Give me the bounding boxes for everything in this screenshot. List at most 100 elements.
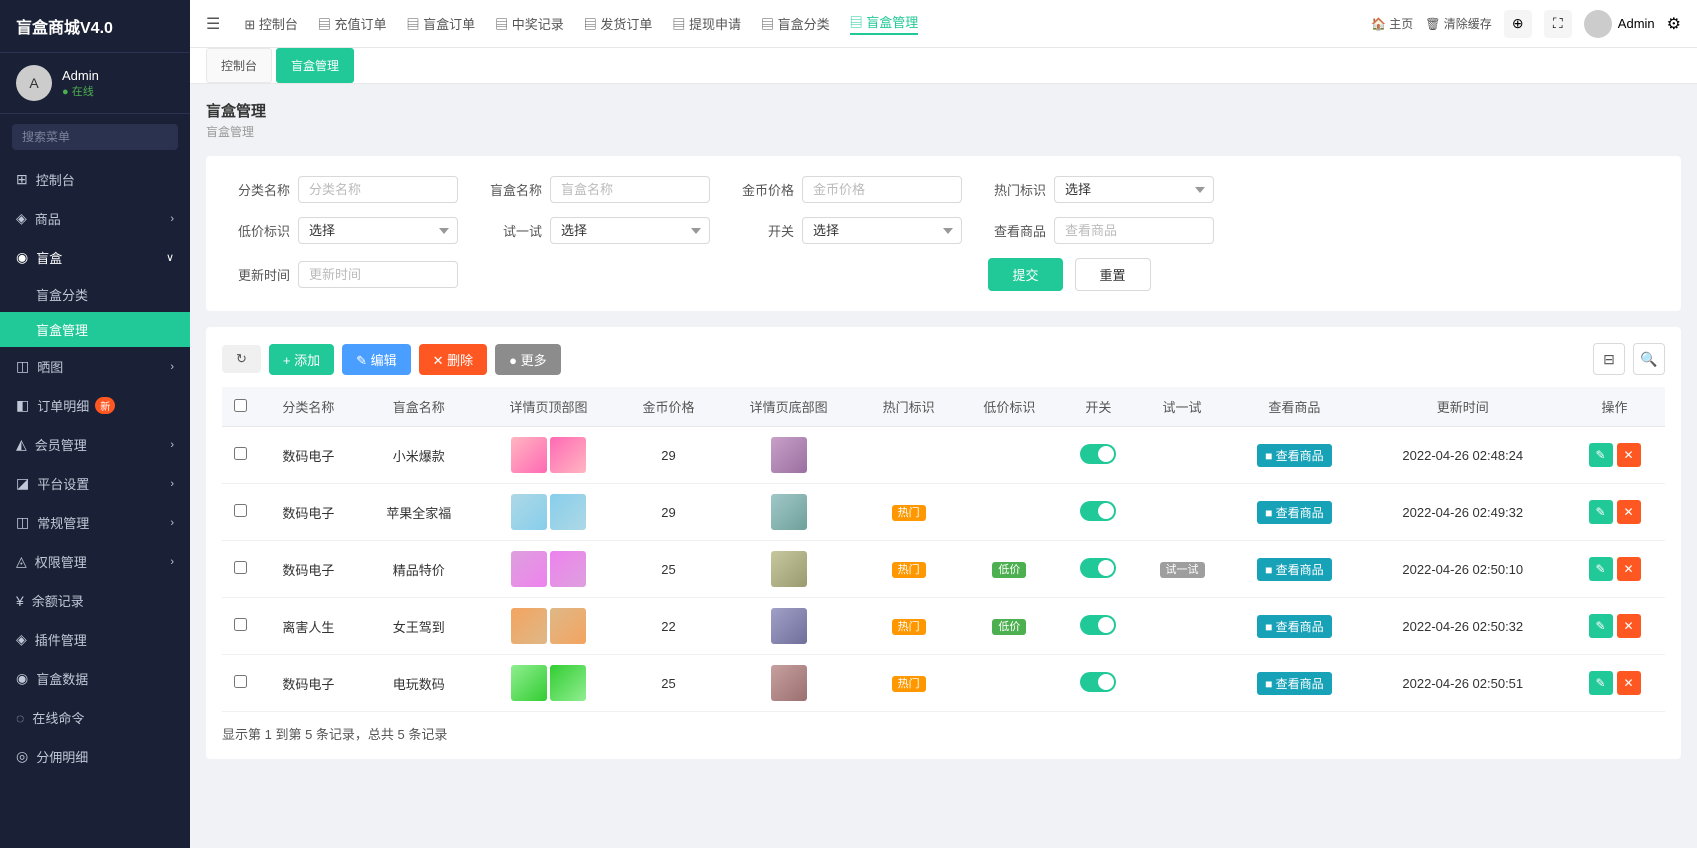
edit-row-button[interactable]: ✎: [1589, 671, 1613, 695]
switch-toggle[interactable]: [1080, 672, 1116, 692]
refresh-button[interactable]: ↻: [222, 345, 261, 373]
sidebar-item-balance[interactable]: ¥ 余额记录: [0, 581, 190, 620]
edit-button[interactable]: ✎ 编辑: [342, 344, 411, 375]
edit-row-button[interactable]: ✎: [1589, 500, 1613, 524]
sidebar-item-platform[interactable]: ◪ 平台设置 ›: [0, 464, 190, 503]
sidebar-item-general[interactable]: ◫ 常规管理 ›: [0, 503, 190, 542]
topbar-copy-icon[interactable]: ⊕: [1504, 10, 1532, 38]
edit-row-button[interactable]: ✎: [1589, 614, 1613, 638]
sidebar-item-dashboard[interactable]: ⊞ 控制台: [0, 160, 190, 199]
filter-view-goods-input[interactable]: [1054, 217, 1214, 244]
table-row: 数码电子 电玩数码 25 热门 ■ 查看商品 2022-04-26 02:50:…: [222, 655, 1665, 712]
edit-row-button[interactable]: ✎: [1589, 443, 1613, 467]
td-try: [1137, 598, 1227, 655]
view-goods-button[interactable]: ■ 查看商品: [1257, 444, 1332, 467]
menu-toggle-icon[interactable]: ☰: [206, 14, 220, 34]
filter-switch-select[interactable]: 选择 开 关: [802, 217, 962, 244]
topbar-nav-recharge[interactable]: ▤ 充值订单: [318, 14, 387, 33]
sidebar-item-goods[interactable]: ◈ 商品 ›: [0, 199, 190, 238]
topbar-nav-dashboard[interactable]: ⊞ 控制台: [244, 14, 298, 33]
filter-try-select[interactable]: 选择 是 否: [550, 217, 710, 244]
sidebar-item-box-category[interactable]: 盲盒分类: [0, 277, 190, 312]
sidebar-item-showcase[interactable]: ◫ 晒图 ›: [0, 347, 190, 386]
delete-button[interactable]: ✕ 删除: [419, 344, 488, 375]
switch-toggle[interactable]: [1080, 444, 1116, 464]
chevron-right-icon: ›: [170, 213, 174, 225]
topbar-nav-box-order[interactable]: ▤ 盲盒订单: [406, 14, 475, 33]
delete-row-button[interactable]: ✕: [1617, 671, 1641, 695]
sidebar-item-plugins[interactable]: ◈ 插件管理: [0, 620, 190, 659]
search-icon[interactable]: 🔍: [1633, 343, 1665, 375]
table-header-row: 分类名称 盲盒名称 详情页顶部图 金币价格 详情页底部图 热门标识 低价标识 开…: [222, 387, 1665, 427]
topbar-home-link[interactable]: 🏠 主页: [1371, 15, 1413, 32]
th-top-img: 详情页顶部图: [479, 387, 618, 427]
chevron-right-icon: ›: [170, 478, 174, 490]
filter-submit-button[interactable]: 提交: [988, 258, 1062, 291]
page-header: 盲盒管理 盲盒管理: [206, 100, 1681, 140]
filter-time-input[interactable]: [298, 261, 458, 288]
view-goods-button[interactable]: ■ 查看商品: [1257, 672, 1332, 695]
delete-row-button[interactable]: ✕: [1617, 557, 1641, 581]
delete-row-button[interactable]: ✕: [1617, 614, 1641, 638]
td-top-img: [479, 598, 618, 655]
members-icon: ◭: [16, 436, 27, 453]
topbar-nav-shipping[interactable]: ▤ 发货订单: [584, 14, 653, 33]
filter-gold-input[interactable]: [802, 176, 962, 203]
td-updated: 2022-04-26 02:49:32: [1361, 484, 1564, 541]
topbar-nav-box-manage[interactable]: ▤ 盲盒管理: [850, 12, 919, 35]
switch-toggle[interactable]: [1080, 501, 1116, 521]
topbar-fullscreen-icon[interactable]: ⛶: [1544, 10, 1572, 38]
filter-hot-select[interactable]: 选择 是 否: [1054, 176, 1214, 203]
sidebar-item-permissions[interactable]: ◬ 权限管理 ›: [0, 542, 190, 581]
tab-box-manage[interactable]: 盲盒管理: [276, 48, 354, 83]
sidebar-item-commission[interactable]: ◎ 分佣明细: [0, 737, 190, 776]
td-try: [1137, 655, 1227, 712]
sidebar: 盲盒商城V4.0 A Admin 在线 ⊞ 控制台 ◈ 商品 › ◉ 盲盒 ∨ …: [0, 0, 190, 848]
topbar-nav-box-category[interactable]: ▤ 盲盒分类: [761, 14, 830, 33]
delete-row-button[interactable]: ✕: [1617, 443, 1641, 467]
topbar-settings-icon[interactable]: ⚙: [1667, 14, 1681, 34]
tab-dashboard[interactable]: 控制台: [206, 48, 272, 83]
td-category: 数码电子: [258, 541, 359, 598]
sidebar-item-online-cmd[interactable]: ◌ 在线命令: [0, 698, 190, 737]
switch-toggle[interactable]: [1080, 615, 1116, 635]
sidebar-item-label: 权限管理: [35, 552, 87, 571]
filter-reset-button[interactable]: 重置: [1075, 258, 1151, 291]
add-button[interactable]: + 添加: [269, 344, 334, 375]
td-category: 数码电子: [258, 655, 359, 712]
sidebar-item-box-manage[interactable]: 盲盒管理: [0, 312, 190, 347]
th-price: 金币价格: [618, 387, 719, 427]
topbar-nav-withdraw[interactable]: ▤ 提现申请: [672, 14, 741, 33]
delete-row-button[interactable]: ✕: [1617, 500, 1641, 524]
view-goods-button[interactable]: ■ 查看商品: [1257, 615, 1332, 638]
sidebar-item-orders[interactable]: ◧ 订单明细 新: [0, 386, 190, 425]
filter-box-name-input[interactable]: [550, 176, 710, 203]
edit-row-button[interactable]: ✎: [1589, 557, 1613, 581]
row-checkbox[interactable]: [234, 675, 247, 688]
topbar-nav-winning[interactable]: ▤ 中奖记录: [495, 14, 564, 33]
more-button[interactable]: ● 更多: [495, 344, 560, 375]
sidebar-item-members[interactable]: ◭ 会员管理 ›: [0, 425, 190, 464]
row-checkbox[interactable]: [234, 618, 247, 631]
switch-toggle[interactable]: [1080, 558, 1116, 578]
hot-tag: 热门: [892, 562, 926, 578]
search-input[interactable]: [12, 124, 178, 150]
row-checkbox[interactable]: [234, 447, 247, 460]
filter-gold-label: 金币价格: [734, 180, 794, 199]
filter-category-input[interactable]: [298, 176, 458, 203]
column-settings-icon[interactable]: ⊟: [1593, 343, 1625, 375]
view-goods-button[interactable]: ■ 查看商品: [1257, 558, 1332, 581]
th-hot: 热门标识: [858, 387, 959, 427]
row-checkbox[interactable]: [234, 504, 247, 517]
sidebar-item-blindbox[interactable]: ◉ 盲盒 ∨: [0, 238, 190, 277]
topbar-admin[interactable]: Admin: [1584, 10, 1655, 38]
topbar-clear-cache[interactable]: 🗑 清除缓存: [1425, 15, 1492, 32]
sidebar-item-box-data[interactable]: ◉ 盲盒数据: [0, 659, 190, 698]
td-top-img: [479, 655, 618, 712]
filter-low-select[interactable]: 选择 是 否: [298, 217, 458, 244]
row-checkbox[interactable]: [234, 561, 247, 574]
select-all-checkbox[interactable]: [234, 399, 247, 412]
view-goods-button[interactable]: ■ 查看商品: [1257, 501, 1332, 524]
balance-icon: ¥: [16, 593, 24, 609]
td-actions: ✎ ✕: [1564, 427, 1665, 484]
